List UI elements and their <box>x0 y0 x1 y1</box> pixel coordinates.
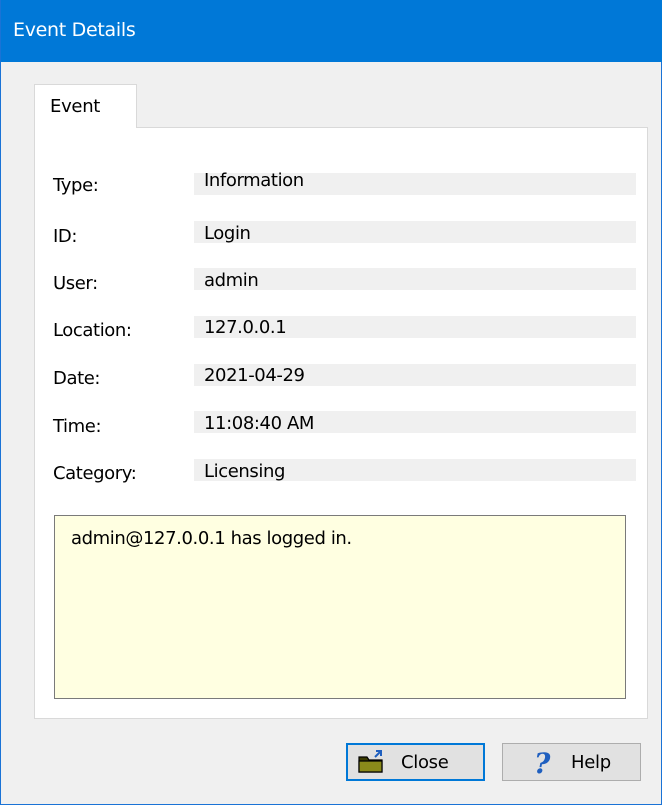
title-bar[interactable]: Event Details <box>1 0 662 62</box>
window-title: Event Details <box>13 19 136 41</box>
field-value-location-text: 127.0.0.1 <box>204 317 287 338</box>
field-value-time-text: 11:08:40 AM <box>204 413 315 434</box>
field-label-user: User: <box>53 273 98 294</box>
field-value-date: 2021-04-29 <box>194 364 636 386</box>
close-button-label: Close <box>401 752 449 773</box>
field-label-type: Type: <box>53 175 99 196</box>
message-box[interactable]: admin@127.0.0.1 has logged in. <box>54 515 626 699</box>
field-value-type-text: Information <box>204 170 304 191</box>
field-value-time: 11:08:40 AM <box>194 411 636 434</box>
message-text: admin@127.0.0.1 has logged in. <box>71 528 352 549</box>
field-value-location: 127.0.0.1 <box>194 316 636 338</box>
close-button[interactable]: Close <box>346 743 485 781</box>
field-label-id: ID: <box>53 226 78 247</box>
event-details-window: Event Details Event Type: Information ID… <box>0 0 662 805</box>
tab-event[interactable]: Event <box>34 84 137 128</box>
field-label-location: Location: <box>53 320 132 341</box>
help-button-label: Help <box>571 752 611 773</box>
folder-close-icon <box>356 749 386 779</box>
field-value-date-text: 2021-04-29 <box>204 365 305 386</box>
field-value-user-text: admin <box>204 270 259 291</box>
help-button[interactable]: ? Help <box>502 743 641 781</box>
field-value-type: Information <box>194 170 636 195</box>
field-value-category-text: Licensing <box>204 461 286 482</box>
field-label-category: Category: <box>53 463 137 484</box>
question-mark-icon: ? <box>532 747 556 782</box>
field-value-user: admin <box>194 268 636 291</box>
field-label-time: Time: <box>53 416 102 437</box>
svg-text:?: ? <box>534 748 551 778</box>
field-label-date: Date: <box>53 368 101 389</box>
field-value-category: Licensing <box>194 459 636 482</box>
field-value-id: Login <box>194 221 636 244</box>
tab-event-label: Event <box>50 96 101 117</box>
field-value-id-text: Login <box>204 223 251 244</box>
